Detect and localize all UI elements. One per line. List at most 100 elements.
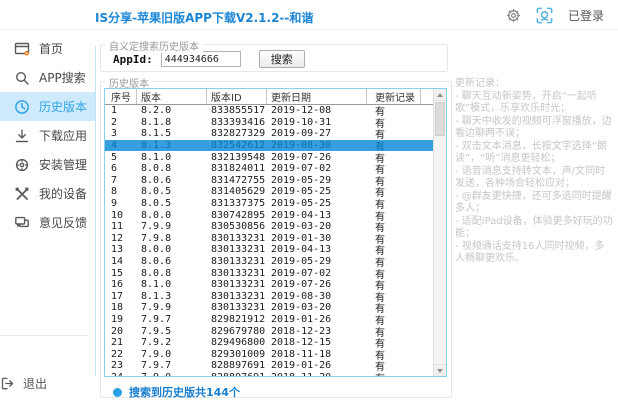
- logout-button[interactable]: 退出: [0, 375, 95, 392]
- app-window: IS分享-苹果旧版APP下载V2.1.2--和谐 已登录: [0, 0, 618, 400]
- sidebar-item-app-search[interactable]: APP搜索: [0, 63, 95, 92]
- table-scrollbar[interactable]: [433, 89, 446, 376]
- table-cell: 828897691: [207, 372, 267, 376]
- gear-icon[interactable]: [506, 8, 521, 23]
- changelog-line: - 适配iPad设备，体验更多好玩的功能；: [455, 216, 613, 241]
- home-window-icon: [14, 41, 30, 57]
- sidebar-item-history-version[interactable]: 历史版本: [0, 92, 95, 121]
- result-count-text: 搜索到历史版共144个: [129, 384, 240, 400]
- sidebar-item-label: 意见反馈: [39, 214, 87, 231]
- table-row[interactable]: 247.9.08288976912018-11-20有: [105, 372, 433, 376]
- sidebar-item-label: 安装管理: [39, 156, 87, 173]
- sidebar-item-home[interactable]: 首页: [0, 34, 95, 63]
- table-cell: 831824011: [207, 163, 267, 174]
- column-header: 版本ID: [207, 89, 267, 104]
- sidebar-item-feedback[interactable]: 意见反馈: [0, 208, 95, 237]
- table-cell: 832542612: [207, 140, 267, 151]
- table-cell: 833393416: [207, 117, 267, 128]
- sidebar-item-my-device[interactable]: 我的设备: [0, 179, 95, 208]
- result-bar: 搜索到历史版共144个: [113, 384, 240, 400]
- table-cell: 23: [105, 360, 137, 371]
- scroll-down-button[interactable]: [434, 364, 446, 376]
- logout-label: 退出: [23, 375, 47, 392]
- sidebar-item-download-app[interactable]: 下载应用: [0, 121, 95, 150]
- sidebar-footer: 退出: [0, 375, 95, 400]
- table-cell: 7.9.8: [137, 233, 207, 244]
- custom-search-groupbox: 自义定搜索历史版本 AppId: 搜索: [100, 44, 448, 72]
- table-cell: 832827329: [207, 128, 267, 139]
- table-cell: 2019-09-27: [267, 128, 367, 139]
- table-cell: 7.9.9: [137, 302, 207, 313]
- logout-icon: [0, 376, 15, 391]
- changelog-line: - 语音消息支持转文本，声/文同时发送，各种场合轻松应对；: [455, 166, 613, 191]
- table-cell: 8.1.5: [137, 128, 207, 139]
- result-dot-icon: [113, 388, 122, 397]
- table-cell: 17: [105, 291, 137, 302]
- table-cell: 8.1.8: [137, 117, 207, 128]
- table-cell: 829679780: [207, 326, 267, 337]
- table-cell: 8.2.0: [137, 105, 207, 116]
- table-cell: 7.9.2: [137, 337, 207, 348]
- table-cell: 833855517: [207, 105, 267, 116]
- table-cell: 7: [105, 175, 137, 186]
- table-cell: 22: [105, 349, 137, 360]
- table-cell: 2019-04-13: [267, 244, 367, 255]
- table-cell: 8.1.0: [137, 279, 207, 290]
- table-cell: 2019-03-20: [267, 221, 367, 232]
- table-cell: 10: [105, 210, 137, 221]
- table-cell: 2019-05-29: [267, 256, 367, 267]
- table-cell: 2018-11-20: [267, 372, 367, 376]
- table-cell: 2019-04-13: [267, 210, 367, 221]
- table-cell: 12: [105, 233, 137, 244]
- table-cell: 830530856: [207, 221, 267, 232]
- table-cell: 830133231: [207, 233, 267, 244]
- table-cell: 4: [105, 140, 137, 151]
- table-cell: 8.0.5: [137, 186, 207, 197]
- scroll-up-button[interactable]: [434, 89, 446, 101]
- table-cell: 2: [105, 117, 137, 128]
- table-cell: 831405629: [207, 186, 267, 197]
- face-scan-login-icon[interactable]: [535, 6, 554, 25]
- table-cell: 2019-03-20: [267, 302, 367, 313]
- table-cell: 1: [105, 105, 137, 116]
- table-cell: 8.0.8: [137, 268, 207, 279]
- table-body: 18.2.08338555172019-12-08有28.1.883339341…: [105, 105, 433, 376]
- login-status[interactable]: 已登录: [568, 7, 604, 24]
- sidebar-nav: 首页 APP搜索历史版本下载应用安装管理我的设备意见反馈: [0, 34, 95, 400]
- table-cell: 5: [105, 152, 137, 163]
- sidebar-item-label: 首页: [39, 40, 63, 57]
- table-cell: 8.0.6: [137, 175, 207, 186]
- column-header: 更新记录: [367, 89, 421, 104]
- table-cell: 3: [105, 128, 137, 139]
- table-cell: 8.1.0: [137, 152, 207, 163]
- table-cell: 14: [105, 256, 137, 267]
- search-groupbox-legend: 自义定搜索历史版本: [105, 38, 203, 53]
- table-cell: 9: [105, 198, 137, 209]
- search-button[interactable]: 搜索: [259, 50, 305, 68]
- table-cell: 7.9.5: [137, 326, 207, 337]
- changelog-line: - @群友更快捷，还可多选同时提醒多人；: [455, 191, 613, 216]
- column-header-filler: [421, 89, 433, 104]
- chat-bubbles-icon: [14, 215, 30, 231]
- table-cell: 2019-05-25: [267, 186, 367, 197]
- table-header: 序号版本版本ID更新日期更新记录: [105, 89, 433, 105]
- scroll-thumb[interactable]: [435, 102, 445, 136]
- table-cell: 2019-01-30: [267, 233, 367, 244]
- table-cell: 15: [105, 268, 137, 279]
- table-cell: 8.0.5: [137, 198, 207, 209]
- table-cell: 2019-01-26: [267, 360, 367, 371]
- sidebar-item-label: APP搜索: [39, 69, 86, 86]
- table-cell: 24: [105, 372, 137, 376]
- appid-input[interactable]: [161, 51, 241, 67]
- table-cell: 2019-01-26: [267, 314, 367, 325]
- sidebar-item-install-manage[interactable]: 安装管理: [0, 150, 95, 179]
- changelog-line: - 聊天互动新姿势，开启“一起听歌”模式，乐享欢乐时光；: [455, 91, 613, 116]
- table-cell: 6: [105, 163, 137, 174]
- table-cell: 2019-05-29: [267, 175, 367, 186]
- sidebar-item-label: 我的设备: [39, 185, 87, 202]
- table-cell: 829301009: [207, 349, 267, 360]
- table-cell: 832139548: [207, 152, 267, 163]
- table-cell: 830133231: [207, 291, 267, 302]
- table-cell: 2019-07-02: [267, 163, 367, 174]
- table-cell: 7.9.7: [137, 360, 207, 371]
